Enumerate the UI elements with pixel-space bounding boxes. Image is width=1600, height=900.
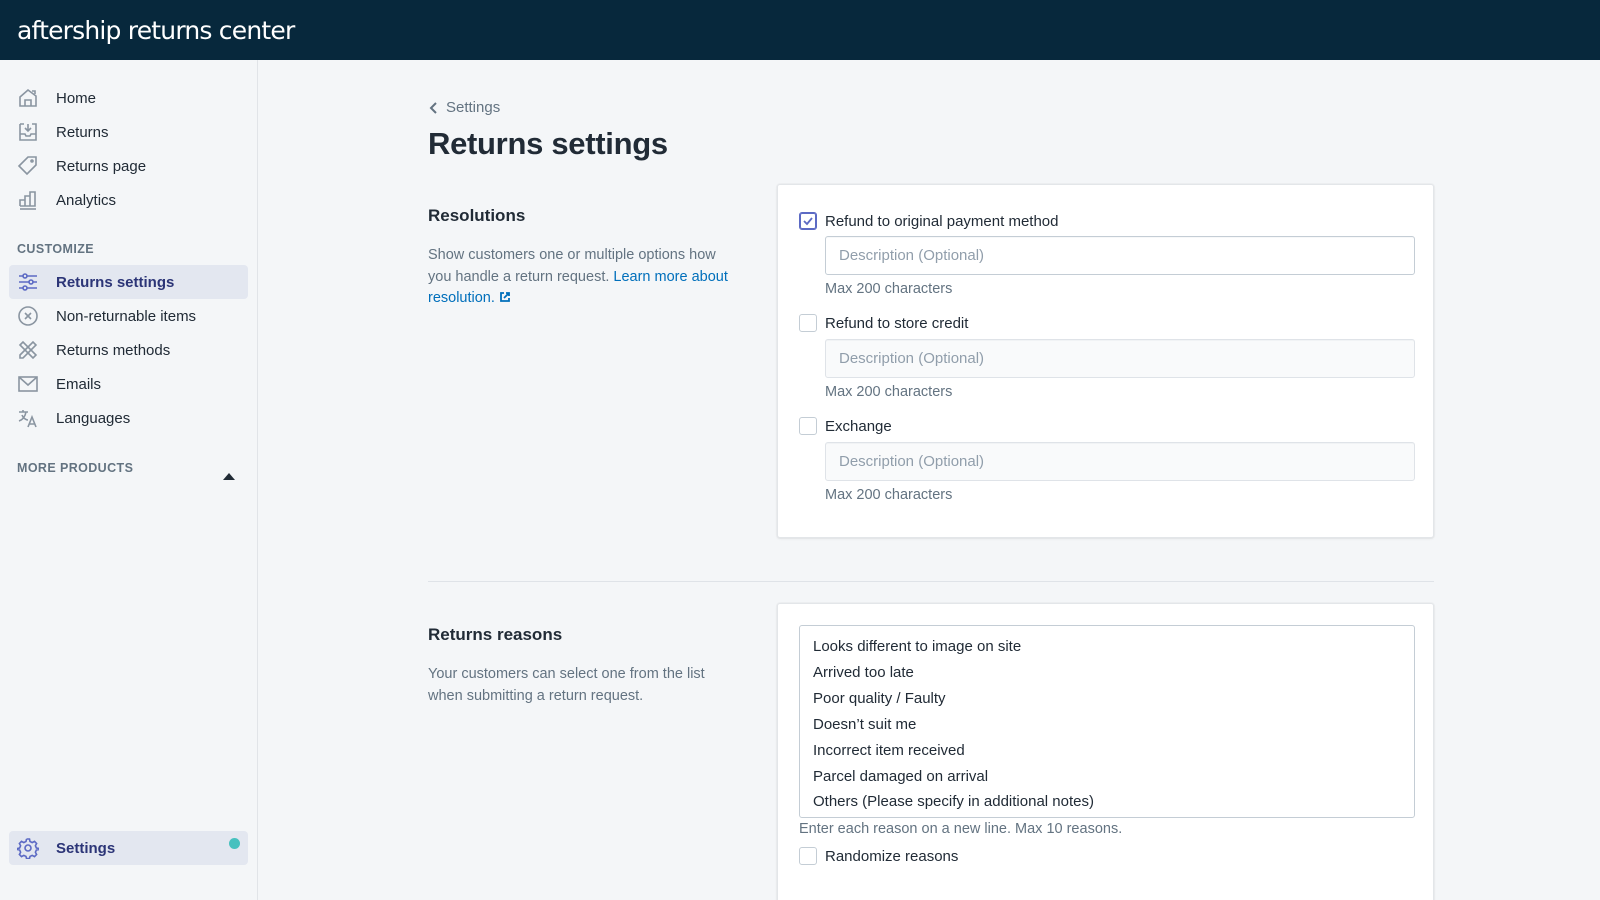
reasons-description: Your customers can select one from the l… <box>428 666 705 704</box>
sidebar-item-label: Emails <box>56 375 102 393</box>
checkmark-icon <box>803 217 813 226</box>
randomize-checkbox-row[interactable]: Randomize reasons <box>799 847 958 865</box>
chevron-left-icon <box>429 101 437 114</box>
sliders-icon <box>17 271 39 293</box>
tag-icon <box>17 155 39 177</box>
app-logo[interactable]: aftership returns center <box>17 16 295 45</box>
sidebar-item-label: Returns methods <box>56 341 171 359</box>
sidebar-item-non-returnable-items[interactable]: Non-returnable items <box>9 299 248 333</box>
breadcrumb-label: Settings <box>446 99 501 116</box>
reasons-title: Returns reasons <box>428 625 563 644</box>
sidebar-item-languages[interactable]: Languages <box>9 401 248 435</box>
resolutions-card: Refund to original payment method Max 20… <box>777 184 1434 538</box>
store-credit-label: Refund to store credit <box>825 314 969 332</box>
customize-section-label: CUSTOMIZE <box>17 242 94 256</box>
randomize-checkbox[interactable] <box>799 847 817 865</box>
exchange-checkbox-row[interactable]: Exchange <box>799 417 892 435</box>
external-link-icon <box>500 292 510 302</box>
sidebar: Home Returns Returns page Analytics CUST… <box>0 60 258 900</box>
exchange-label: Exchange <box>825 417 892 435</box>
sidebar-item-label: Returns settings <box>56 273 175 291</box>
reasons-textarea[interactable] <box>799 625 1415 818</box>
refund-original-description-input[interactable] <box>825 236 1415 275</box>
sidebar-item-label: Returns page <box>56 157 147 175</box>
sidebar-item-analytics[interactable]: Analytics <box>9 183 248 217</box>
sidebar-item-returns[interactable]: Returns <box>9 115 248 149</box>
sidebar-item-label: Returns <box>56 123 109 141</box>
sidebar-item-settings[interactable]: Settings <box>9 831 248 865</box>
sidebar-item-label: Languages <box>56 409 131 427</box>
status-dot <box>229 838 240 849</box>
sidebar-item-label: Non-returnable items <box>56 307 197 325</box>
exchange-description-input[interactable] <box>825 442 1415 481</box>
refund-original-checkbox[interactable] <box>799 212 817 230</box>
page-title: Returns settings <box>428 126 668 161</box>
main-content: Settings Returns settings Resolutions Sh… <box>258 60 1600 900</box>
refund-original-checkbox-row[interactable]: Refund to original payment method <box>799 212 1058 230</box>
envelope-icon <box>17 373 39 395</box>
top-bar: aftership returns center <box>0 0 1600 60</box>
collapse-caret-icon[interactable] <box>223 473 235 480</box>
more-products-label[interactable]: MORE PRODUCTS <box>17 461 133 475</box>
home-icon <box>17 87 39 109</box>
store-credit-description-input[interactable] <box>825 339 1415 378</box>
translate-icon <box>17 407 39 429</box>
sidebar-item-label: Home <box>56 89 97 107</box>
resolutions-title: Resolutions <box>428 206 526 225</box>
sidebar-item-returns-methods[interactable]: Returns methods <box>9 333 248 367</box>
breadcrumb-back-link[interactable]: Settings <box>428 99 500 116</box>
reasons-card: Enter each reason on a new line. Max 10 … <box>777 603 1434 900</box>
store-credit-checkbox[interactable] <box>799 314 817 332</box>
exchange-helper: Max 200 characters <box>825 487 953 503</box>
section-divider <box>428 581 1434 582</box>
exchange-checkbox[interactable] <box>799 417 817 435</box>
sidebar-item-label: Analytics <box>56 191 117 209</box>
resolutions-description: Show customers one or multiple options h… <box>428 245 738 310</box>
sidebar-item-returns-page[interactable]: Returns page <box>9 149 248 183</box>
reasons-helper: Enter each reason on a new line. Max 10 … <box>799 821 1123 837</box>
sidebar-item-emails[interactable]: Emails <box>9 367 248 401</box>
inbox-download-icon <box>17 121 39 143</box>
store-credit-checkbox-row[interactable]: Refund to store credit <box>799 314 968 332</box>
randomize-label: Randomize reasons <box>825 847 959 865</box>
sidebar-item-returns-settings[interactable]: Returns settings <box>9 265 248 299</box>
pencil-ruler-icon <box>17 339 39 361</box>
sidebar-item-label: Settings <box>56 839 116 857</box>
refund-original-helper: Max 200 characters <box>825 281 953 297</box>
store-credit-helper: Max 200 characters <box>825 384 953 400</box>
refund-original-label: Refund to original payment method <box>825 212 1059 230</box>
gear-icon <box>17 837 39 859</box>
circle-x-icon <box>17 305 39 327</box>
bar-chart-icon <box>17 189 39 211</box>
sidebar-item-home[interactable]: Home <box>9 81 248 115</box>
